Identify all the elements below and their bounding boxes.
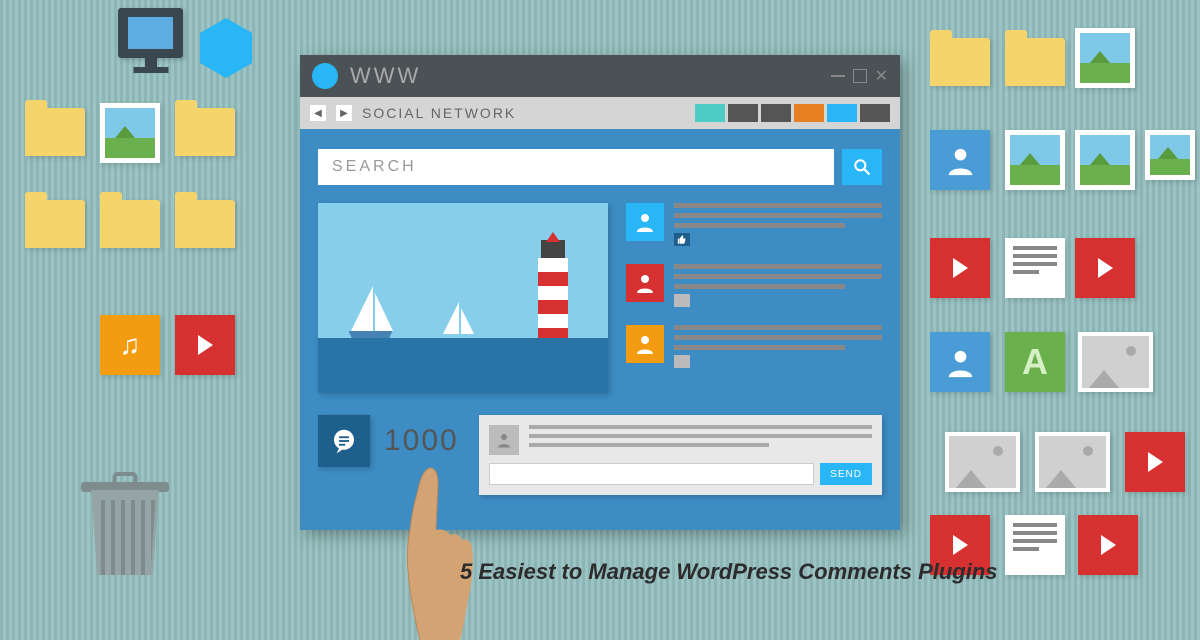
feed-item[interactable]	[626, 264, 882, 307]
close-button[interactable]: ✕	[875, 66, 888, 86]
photo-thumbnail[interactable]	[100, 103, 160, 163]
hero-image	[318, 203, 608, 393]
feed-item[interactable]	[626, 203, 882, 246]
video-play-icon[interactable]	[930, 238, 990, 298]
monitor-icon	[118, 8, 183, 58]
letter-tile[interactable]: A	[1005, 332, 1065, 392]
maximize-button[interactable]	[853, 69, 867, 83]
photo-thumbnail[interactable]	[1005, 130, 1065, 190]
search-button[interactable]	[842, 149, 882, 185]
folder-icon[interactable]	[25, 108, 85, 156]
folder-icon[interactable]	[100, 200, 160, 248]
feed-text-placeholder	[674, 325, 882, 368]
feed-list	[626, 203, 882, 393]
folder-icon[interactable]	[175, 108, 235, 156]
comment-button[interactable]	[318, 415, 370, 467]
music-icon[interactable]: ♫	[100, 315, 160, 375]
reply-input[interactable]	[489, 463, 814, 485]
feed-item[interactable]	[626, 325, 882, 368]
address-chips	[695, 104, 890, 122]
address-chip	[794, 104, 824, 122]
feed-avatar-icon	[626, 264, 664, 302]
image-placeholder-icon[interactable]	[1078, 332, 1153, 392]
feed-meta-icon[interactable]	[674, 355, 690, 368]
folder-icon[interactable]	[1005, 38, 1065, 86]
forward-button[interactable]: ▶	[336, 105, 352, 121]
address-chip	[827, 104, 857, 122]
lighthouse-graphic	[538, 258, 568, 343]
folder-icon[interactable]	[175, 200, 235, 248]
feed-text-placeholder	[674, 203, 882, 246]
search-icon	[852, 157, 872, 177]
folder-icon[interactable]	[930, 38, 990, 86]
photo-thumbnail[interactable]	[1145, 130, 1195, 180]
reply-box: SEND	[479, 415, 882, 495]
video-play-icon[interactable]	[1075, 238, 1135, 298]
search-input[interactable]: SEARCH	[318, 149, 834, 185]
photo-thumbnail[interactable]	[1075, 28, 1135, 88]
comment-count-value: 1000	[384, 424, 459, 458]
page-content: SEARCH	[300, 129, 900, 530]
cube-icon	[200, 18, 252, 78]
feed-meta-icon[interactable]	[674, 294, 690, 307]
document-icon[interactable]	[1005, 238, 1065, 298]
video-play-icon[interactable]	[175, 315, 235, 375]
image-placeholder-icon[interactable]	[945, 432, 1020, 492]
video-play-icon[interactable]	[1125, 432, 1185, 492]
photo-thumbnail[interactable]	[1075, 130, 1135, 190]
browser-window: WWW ✕ ◀ ▶ SOCIAL NETWORK SEARCH	[300, 55, 900, 530]
folder-icon[interactable]	[25, 200, 85, 248]
send-button[interactable]: SEND	[820, 463, 872, 485]
address-chip	[761, 104, 791, 122]
document-icon[interactable]	[1005, 515, 1065, 575]
address-label: SOCIAL NETWORK	[362, 105, 685, 121]
user-avatar-icon[interactable]	[930, 130, 990, 190]
browser-logo-icon	[312, 63, 338, 89]
caption-text: 5 Easiest to Manage WordPress Comments P…	[460, 559, 998, 585]
back-button[interactable]: ◀	[310, 105, 326, 121]
image-placeholder-icon[interactable]	[1035, 432, 1110, 492]
window-title: WWW	[350, 63, 831, 89]
user-avatar-icon[interactable]	[930, 332, 990, 392]
comment-count-group: 1000	[318, 415, 459, 467]
feed-avatar-icon	[626, 203, 664, 241]
speech-bubble-icon	[329, 426, 359, 456]
video-play-icon[interactable]	[1078, 515, 1138, 575]
feed-text-placeholder	[674, 264, 882, 307]
trash-icon[interactable]	[85, 490, 165, 585]
address-chip	[860, 104, 890, 122]
address-bar: ◀ ▶ SOCIAL NETWORK	[300, 97, 900, 129]
feed-meta-icon[interactable]	[674, 233, 690, 246]
minimize-button[interactable]	[831, 75, 845, 77]
address-chip	[695, 104, 725, 122]
reply-avatar-icon	[489, 425, 519, 455]
feed-avatar-icon	[626, 325, 664, 363]
window-titlebar[interactable]: WWW ✕	[300, 55, 900, 97]
address-chip	[728, 104, 758, 122]
